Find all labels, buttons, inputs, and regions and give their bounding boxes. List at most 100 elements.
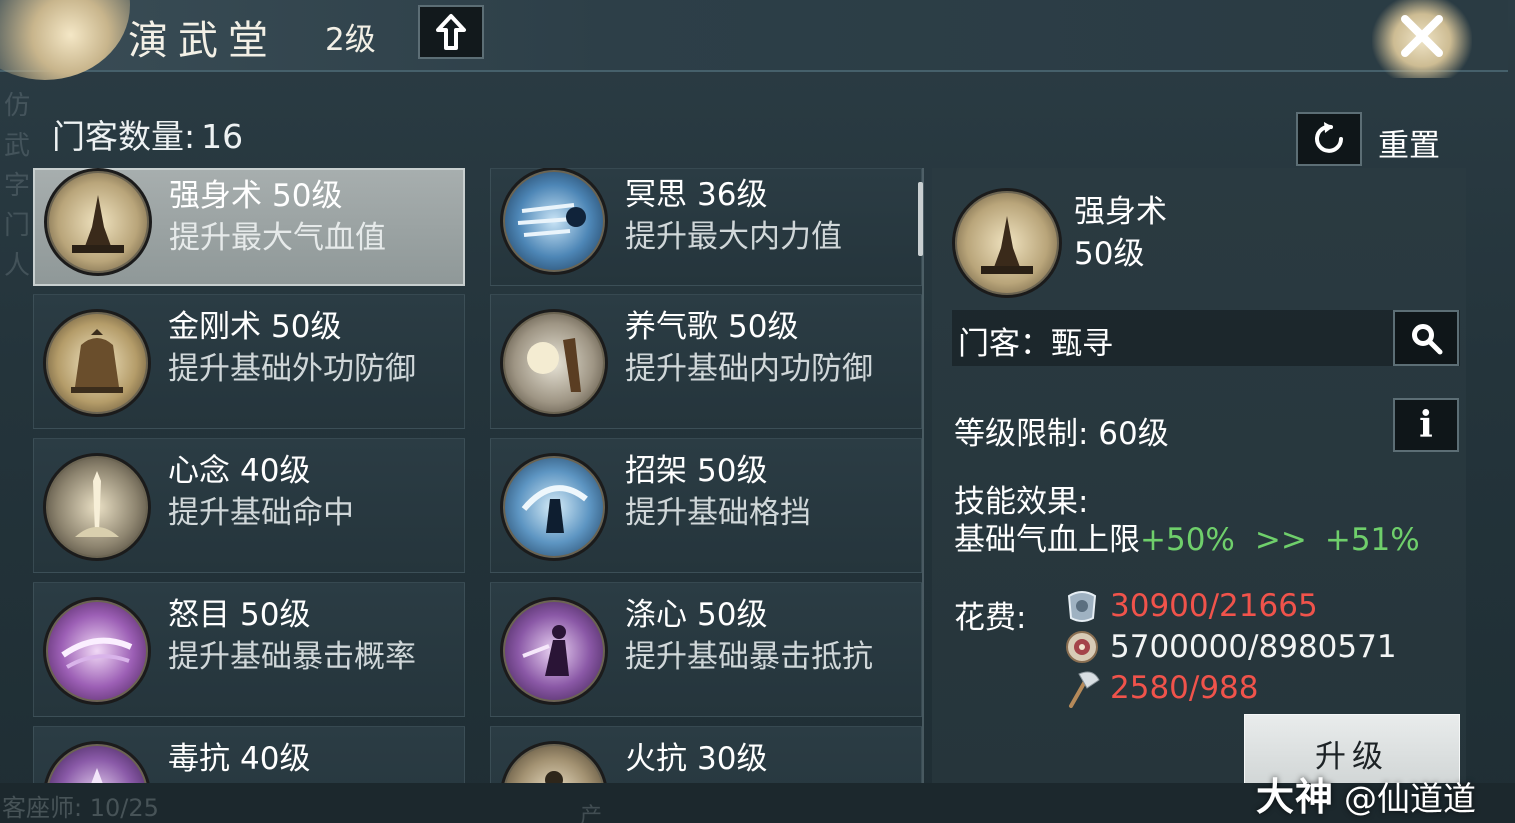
skill-title: 招架 (625, 453, 687, 489)
skill-desc: 提升基础格挡 (625, 495, 811, 531)
skill-card-huokang[interactable]: 火抗 30级 (490, 726, 922, 783)
skill-name: 毒抗 40级 (168, 733, 310, 778)
skill-level: 50级 (697, 453, 768, 489)
detail-skill-name: 强身术 (1074, 194, 1167, 230)
building-upgrade-button[interactable] (418, 5, 484, 59)
effect-next: +51% (1324, 522, 1420, 558)
watermark-brand: 大神 (1256, 775, 1335, 819)
bell-icon (43, 309, 151, 417)
disciple-count-label: 门客数量 (52, 117, 184, 156)
reset-button[interactable] (1296, 112, 1362, 166)
skill-desc: 提升基础命中 (168, 495, 354, 531)
skill-card-xinnian[interactable]: 心念 40级 提升基础命中 (33, 438, 465, 573)
skill-title: 养气歌 (625, 309, 718, 345)
disciple-count-colon: : (184, 117, 196, 156)
reset-label[interactable]: 重置 (1378, 120, 1440, 165)
skill-level: 50级 (240, 597, 311, 633)
skill-title: 心念 (168, 453, 230, 489)
faded-capacity-text: 客座师: 10/25 (2, 794, 159, 822)
skill-desc: 提升基础内功防御 (625, 351, 873, 387)
skill-list-scrollbar[interactable] (918, 182, 923, 256)
reset-icon (1315, 122, 1343, 153)
effect-arrow: >> (1254, 522, 1307, 558)
faded-bottom-text: 产 (580, 804, 603, 823)
skill-card-jingangshu[interactable]: 金刚术 50级 提升基础外功防御 (33, 294, 465, 429)
skill-level: 30级 (697, 741, 768, 777)
cost-silver-amount: 30900/21665 (1110, 588, 1318, 624)
skill-title: 火抗 (625, 741, 687, 777)
skill-title: 强身术 (169, 178, 262, 214)
sword-pillar-icon (43, 453, 151, 561)
level-limit: 等级限制: 60级 (954, 416, 1169, 452)
skill-level: 50级 (272, 178, 343, 214)
skill-desc: 提升最大内力值 (625, 219, 842, 255)
up-arrow-icon (436, 14, 466, 50)
skill-name: 金刚术 50级 (168, 301, 341, 346)
meditation-dash-icon (500, 168, 608, 275)
skill-name: 强身术 50级 (169, 170, 342, 215)
skill-card-qiangshenshu[interactable]: 强身术 50级 提升最大气血值 (33, 168, 465, 286)
detail-skill-level: 50级 (1074, 236, 1145, 272)
cost-token-amount: 5700000/8980571 (1110, 629, 1397, 665)
breath-tree-icon (500, 309, 608, 417)
skill-desc: 提升基础暴击抵抗 (625, 639, 873, 675)
purple-slash-icon (43, 597, 151, 705)
skill-name: 火抗 30级 (625, 733, 767, 778)
watermark-handle: @仙道道 (1344, 779, 1477, 818)
effect-line: 基础气血上限+50% >> +51% (954, 514, 1420, 559)
gear-token-icon (1062, 628, 1102, 666)
skill-title: 怒目 (168, 597, 230, 633)
skill-level: 40级 (240, 741, 311, 777)
skill-name: 养气歌 50级 (625, 301, 798, 346)
skill-name: 心念 40级 (168, 445, 310, 490)
cost-row-axe: 2580/988 (1062, 668, 1259, 708)
cost-axe-amount: 2580/988 (1110, 670, 1259, 706)
search-icon (1412, 324, 1443, 355)
skill-name: 怒目 50级 (168, 589, 310, 634)
assigned-disciple-name: 甄寻 (1051, 326, 1113, 362)
disciple-count: 门客数量: 16 (52, 110, 243, 158)
grid-divider (922, 168, 924, 783)
skill-level: 36级 (697, 177, 768, 213)
effect-current: +50% (1140, 522, 1235, 558)
disciple-search-button[interactable] (1393, 310, 1459, 366)
skill-desc: 提升基础外功防御 (168, 351, 416, 387)
close-button[interactable] (1372, 0, 1472, 78)
skill-card-dukang[interactable]: 毒抗 40级 (33, 726, 465, 783)
skill-name: 涤心 50级 (625, 589, 767, 634)
skill-card-yangqige[interactable]: 养气歌 50级 提升基础内功防御 (490, 294, 922, 429)
skill-card-zhaojia[interactable]: 招架 50级 提升基础格挡 (490, 438, 922, 573)
info-button[interactable]: i (1393, 398, 1459, 452)
title-bar: 演武堂 2级 (0, 0, 1508, 80)
skill-card-dixin[interactable]: 涤心 50级 提升基础暴击抵抗 (490, 582, 922, 717)
poison-resist-icon (43, 741, 151, 783)
disciple-count-value: 16 (201, 117, 244, 156)
skill-name: 冥思 36级 (625, 169, 767, 214)
skill-level: 50级 (271, 309, 342, 345)
moon-ornament (0, 0, 130, 80)
silver-coin-icon (1062, 587, 1102, 625)
skill-title: 涤心 (625, 597, 687, 633)
palms-together-icon (44, 168, 152, 276)
skill-card-numu[interactable]: 怒目 50级 提升基础暴击概率 (33, 582, 465, 717)
cost-row-silver: 30900/21665 (1062, 586, 1318, 626)
skill-level: 40级 (240, 453, 311, 489)
faded-background-label: 仿武字门人 (4, 91, 31, 281)
skill-level: 50级 (728, 309, 799, 345)
info-icon: i (1419, 404, 1433, 446)
skill-title: 毒抗 (168, 741, 230, 777)
skill-title: 冥思 (625, 177, 687, 213)
cost-label: 花费: (954, 600, 1027, 636)
cost-row-token: 5700000/8980571 (1062, 627, 1397, 667)
close-icon (1401, 15, 1443, 57)
faded-background-text: 仿武字门人 (4, 86, 32, 346)
assigned-disciple: 门客：甄寻 (958, 318, 1113, 363)
skill-level: 50级 (697, 597, 768, 633)
skill-card-mingsi[interactable]: 冥思 36级 提升最大内力值 (490, 168, 922, 286)
fire-resist-icon (500, 741, 608, 783)
parry-icon (500, 453, 608, 561)
building-level: 2级 (325, 22, 376, 58)
skill-desc: 提升最大气血值 (169, 220, 386, 256)
effect-stat: 基础气血上限 (954, 522, 1140, 558)
skill-title: 金刚术 (168, 309, 261, 345)
